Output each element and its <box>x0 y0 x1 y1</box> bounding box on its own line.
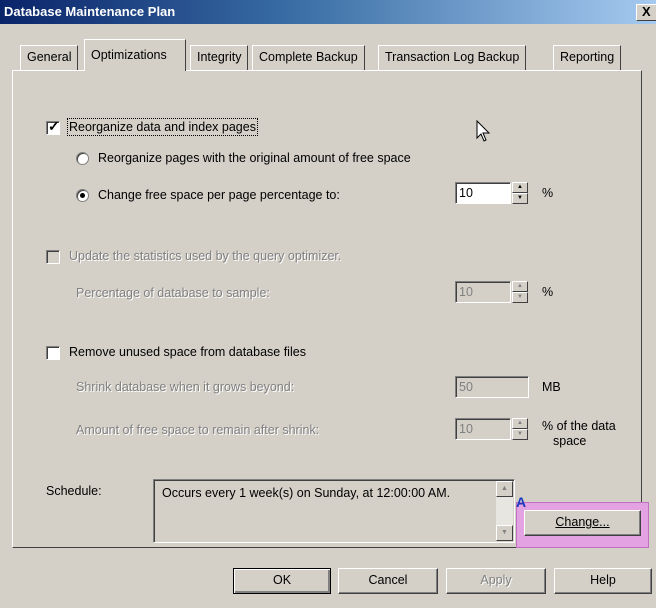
maintenance-plan-dialog: Database Maintenance Plan X General Opti… <box>0 0 656 608</box>
tab-complete-backup[interactable]: Complete Backup <box>252 45 365 70</box>
scroll-up-icon[interactable]: ▲ <box>496 481 513 497</box>
tab-reporting[interactable]: Reporting <box>553 45 622 70</box>
scroll-down-icon[interactable]: ▼ <box>496 525 513 541</box>
radio-original-free-space[interactable] <box>76 152 89 165</box>
update-statistics-label[interactable]: Update the statistics used by the query … <box>69 249 341 263</box>
tab-panel-optimizations <box>12 70 642 548</box>
tab-strip: General Optimizations Integrity Complete… <box>12 39 642 71</box>
tab-transaction-log-backup[interactable]: Transaction Log Backup <box>378 45 527 70</box>
radio-original-free-space-label[interactable]: Reorganize pages with the original amoun… <box>98 151 411 165</box>
apply-button[interactable]: Apply <box>446 568 546 594</box>
schedule-description: Occurs every 1 week(s) on Sunday, at 12:… <box>153 479 515 543</box>
free-space-percent-unit: % <box>542 186 554 200</box>
free-space-after-shrink-unit-line2: space <box>553 434 587 448</box>
tab-integrity[interactable]: Integrity <box>190 45 249 70</box>
shrink-threshold-label: Shrink database when it grows beyond: <box>76 380 295 394</box>
spin-up-icon[interactable]: ▲ <box>512 182 528 193</box>
cancel-button[interactable]: Cancel <box>338 568 438 594</box>
spin-down-icon[interactable]: ▼ <box>512 193 528 204</box>
shrink-threshold-input[interactable]: 50 <box>455 376 529 398</box>
remove-unused-space-checkbox[interactable] <box>46 346 60 360</box>
shrink-threshold-unit: MB <box>542 380 561 394</box>
free-space-percent-input[interactable]: 10 <box>455 182 511 204</box>
close-button[interactable]: X <box>636 4 656 21</box>
tab-general[interactable]: General <box>20 45 79 70</box>
schedule-label: Schedule: <box>46 484 102 498</box>
schedule-text: Occurs every 1 week(s) on Sunday, at 12:… <box>162 486 451 500</box>
sample-percent-label: Percentage of database to sample: <box>76 286 270 300</box>
remove-unused-space-label[interactable]: Remove unused space from database files <box>69 345 306 359</box>
annotation-marker: A <box>516 494 527 510</box>
sample-percent-unit: % <box>542 285 554 299</box>
free-space-after-shrink-unit: % of the data <box>542 419 616 433</box>
radio-change-free-space[interactable] <box>76 189 89 202</box>
title-bar[interactable]: Database Maintenance Plan X <box>0 0 656 24</box>
spin-down-icon[interactable]: ▼ <box>512 292 528 303</box>
checkmark-icon: ✓ <box>48 118 60 134</box>
spin-up-icon[interactable]: ▲ <box>512 281 528 292</box>
free-space-after-shrink-label: Amount of free space to remain after shr… <box>76 423 320 437</box>
free-space-percent-spinner[interactable]: ▲ ▼ <box>512 182 528 204</box>
spin-up-icon[interactable]: ▲ <box>512 418 528 429</box>
sample-percent-input[interactable]: 10 <box>455 281 511 303</box>
schedule-scrollbar[interactable]: ▲ ▼ <box>496 481 513 541</box>
window-title: Database Maintenance Plan <box>4 4 176 19</box>
reorganize-label[interactable]: Reorganize data and index pages <box>67 118 258 136</box>
help-button[interactable]: Help <box>554 568 652 594</box>
radio-selected-dot <box>80 193 85 198</box>
mouse-pointer-icon <box>476 120 491 142</box>
sample-percent-spinner[interactable]: ▲ ▼ <box>512 281 528 303</box>
spin-down-icon[interactable]: ▼ <box>512 429 528 440</box>
change-schedule-button-label: Change... <box>555 515 610 529</box>
reorganize-checkbox[interactable]: ✓ <box>46 118 60 135</box>
free-space-after-shrink-spinner[interactable]: ▲ ▼ <box>512 418 528 440</box>
free-space-after-shrink-input[interactable]: 10 <box>455 418 511 440</box>
change-schedule-button[interactable]: Change... <box>524 510 641 536</box>
ok-button[interactable]: OK <box>233 568 331 594</box>
tab-optimizations[interactable]: Optimizations <box>84 39 186 71</box>
update-statistics-checkbox[interactable] <box>46 250 60 264</box>
radio-change-free-space-label[interactable]: Change free space per page percentage to… <box>98 188 340 202</box>
